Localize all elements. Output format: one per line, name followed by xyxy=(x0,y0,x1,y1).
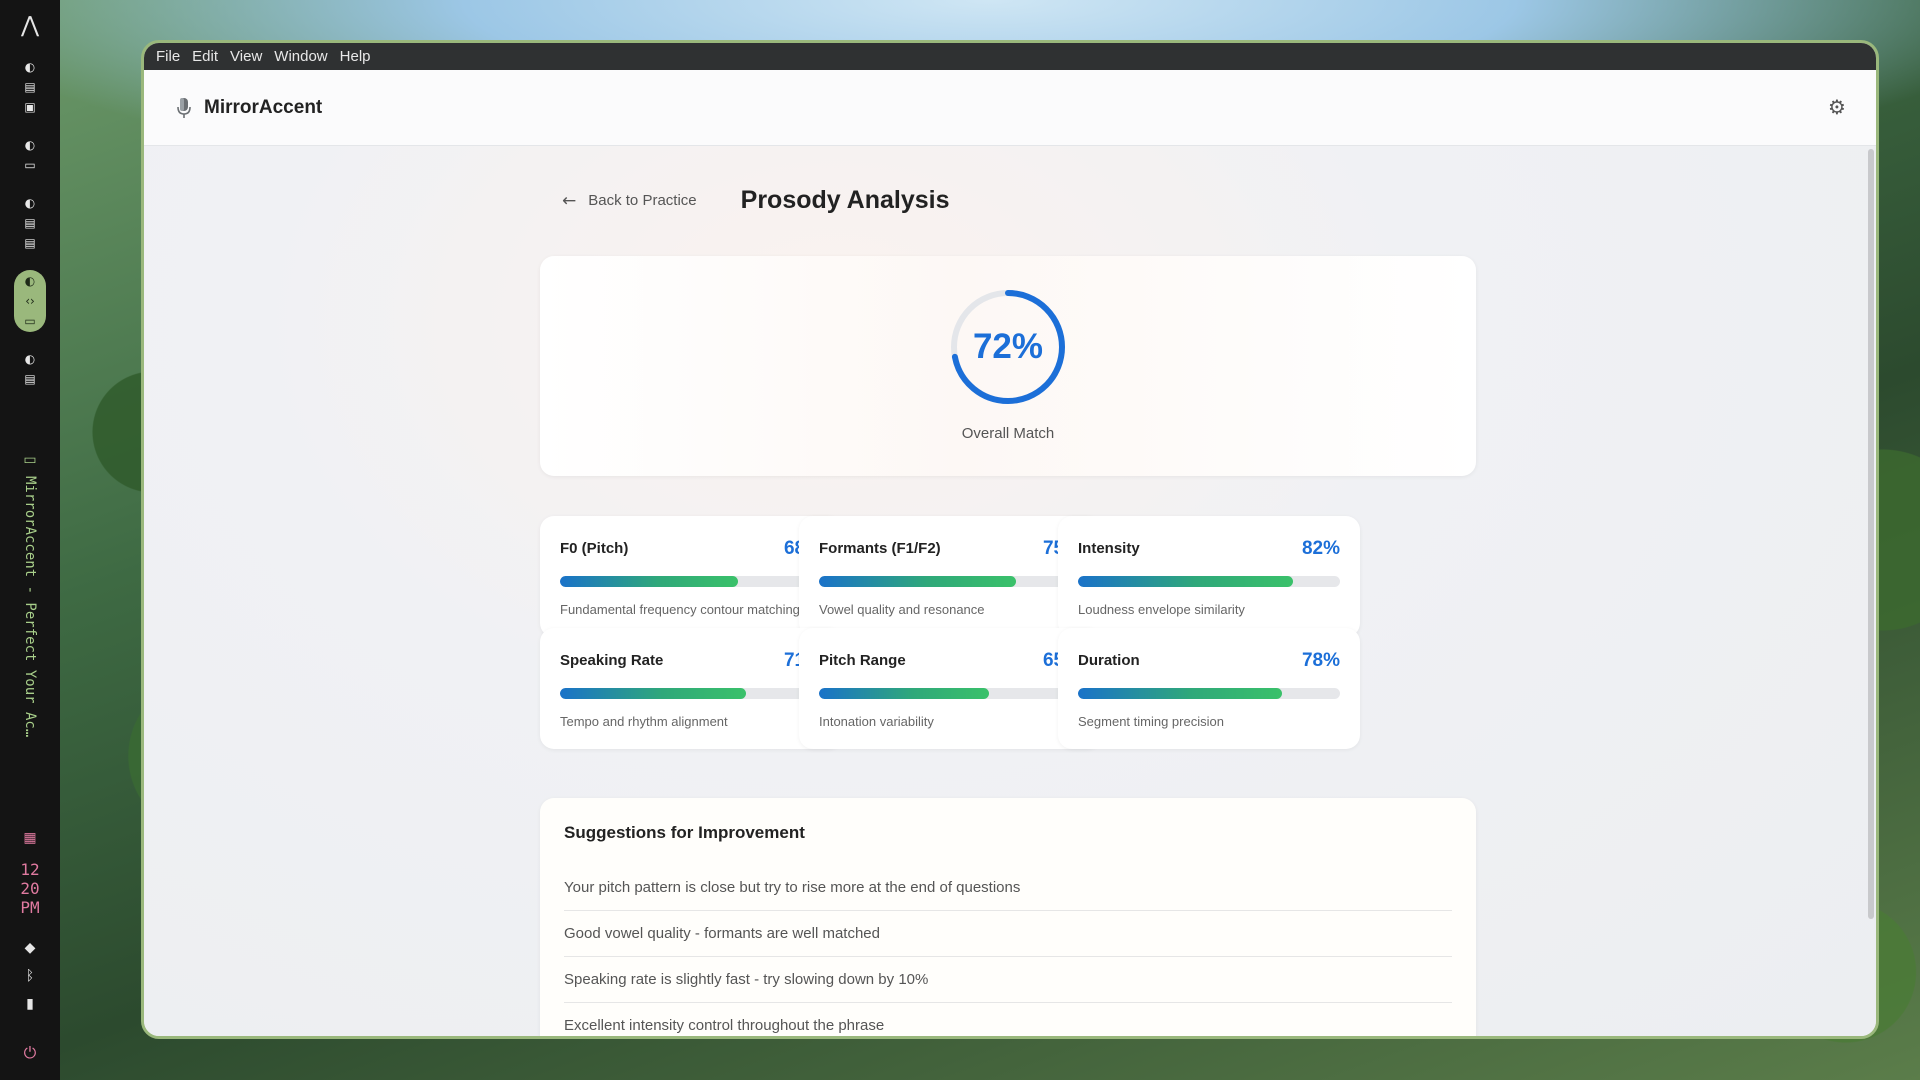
clock-minute: 20 xyxy=(20,879,40,898)
window-icon[interactable]: ▣ xyxy=(23,100,37,114)
metric-card: Speaking Rate71%Tempo and rhythm alignme… xyxy=(540,628,842,749)
metric-name: Intensity xyxy=(1078,540,1140,557)
suggestions-card: Suggestions for Improvement Your pitch p… xyxy=(540,798,1476,1036)
suggestion-item: Speaking rate is slightly fast - try slo… xyxy=(564,957,1452,1003)
settings-gear-icon[interactable]: ⚙ xyxy=(1826,96,1848,118)
monitor-icon: ▭ xyxy=(23,452,37,468)
metric-description: Intonation variability xyxy=(819,714,934,729)
moon-icon: ◐ xyxy=(24,196,36,210)
window-icon[interactable]: ▤ xyxy=(23,80,37,94)
suggestion-item: Excellent intensity control throughout t… xyxy=(564,1017,885,1034)
clock[interactable]: 12 20 PM xyxy=(0,860,60,917)
battery-icon[interactable]: ▮ xyxy=(26,996,34,1012)
moon-icon: ◐ xyxy=(24,138,36,152)
arrow-left-icon: ← xyxy=(562,190,577,211)
metric-progress-bar xyxy=(819,688,1081,699)
microphone-icon xyxy=(176,97,192,119)
menu-edit[interactable]: Edit xyxy=(186,43,224,70)
back-to-practice-link[interactable]: ← Back to Practice xyxy=(562,191,697,211)
metric-progress-fill xyxy=(1078,688,1283,699)
menu-view[interactable]: View xyxy=(224,43,268,70)
workspace-5[interactable]: ◐ ▤ xyxy=(14,348,46,390)
suggestion-item: Your pitch pattern is close but try to r… xyxy=(564,865,1452,911)
workspace-3[interactable]: ◐ ▤ ▤ xyxy=(14,192,46,254)
metric-description: Segment timing precision xyxy=(1078,714,1224,729)
main-content: ← Back to Practice Prosody Analysis 72% … xyxy=(144,146,1876,1036)
metric-description: Loudness envelope similarity xyxy=(1078,602,1245,617)
window-icon[interactable]: ▤ xyxy=(23,216,37,230)
page-title: Prosody Analysis xyxy=(740,186,950,214)
metric-name: Speaking Rate xyxy=(560,652,664,669)
clock-hour: 12 xyxy=(20,860,40,879)
active-window-indicator: ▭ MirrorAccent - Perfect Your Ac… xyxy=(0,452,60,796)
metric-description: Tempo and rhythm alignment xyxy=(560,714,728,729)
wifi-icon[interactable]: ◆ xyxy=(25,940,36,956)
moon-icon: ◐ xyxy=(24,60,36,74)
window-icon[interactable]: ▤ xyxy=(23,372,37,386)
metric-card: Pitch Range65%Intonation variability xyxy=(799,628,1101,749)
overall-percentage: 72% xyxy=(972,327,1044,366)
moon-icon: ◐ xyxy=(24,352,36,366)
metric-card: Formants (F1/F2)75%Vowel quality and res… xyxy=(799,516,1101,637)
back-label: Back to Practice xyxy=(588,192,697,209)
moon-icon: ◐ xyxy=(24,274,36,288)
metric-progress-bar xyxy=(1078,688,1340,699)
active-window-title: MirrorAccent - Perfect Your Ac… xyxy=(22,476,38,738)
bluetooth-icon[interactable]: ᛒ xyxy=(26,968,34,984)
menu-help[interactable]: Help xyxy=(334,43,377,70)
scrollbar[interactable] xyxy=(1868,149,1874,919)
launcher-icon[interactable]: ⋀ xyxy=(21,12,39,40)
clock-ampm: PM xyxy=(20,898,40,917)
terminal-icon[interactable]: ▭ xyxy=(23,314,37,328)
metric-name: Pitch Range xyxy=(819,652,906,669)
calendar-icon[interactable]: ▦ xyxy=(0,830,60,846)
suggestions-title: Suggestions for Improvement xyxy=(564,823,805,842)
metric-value: 82% xyxy=(1301,538,1340,559)
metric-description: Fundamental frequency contour matching xyxy=(560,602,800,617)
app-header: MirrorAccent ⚙ xyxy=(144,70,1876,146)
overall-progress-ring: 72% xyxy=(950,289,1066,405)
metric-progress-fill xyxy=(560,688,747,699)
metric-name: Duration xyxy=(1078,652,1140,669)
overall-match-card: 72% Overall Match xyxy=(540,256,1476,476)
menu-bar: File Edit View Window Help xyxy=(144,43,1876,70)
app-title: MirrorAccent xyxy=(204,96,323,118)
metric-value: 78% xyxy=(1301,650,1340,671)
workspace-1[interactable]: ◐ ▤ ▣ xyxy=(14,56,46,118)
metric-progress-fill xyxy=(1078,576,1293,587)
menu-file[interactable]: File xyxy=(150,43,186,70)
code-icon[interactable]: ‹› xyxy=(23,294,37,308)
metric-progress-fill xyxy=(819,576,1016,587)
workspace-2[interactable]: ◐ ▭ xyxy=(14,134,46,176)
metric-description: Vowel quality and resonance xyxy=(819,602,985,617)
metric-progress-fill xyxy=(819,688,990,699)
menu-window[interactable]: Window xyxy=(268,43,333,70)
system-tray: ◆ ᛒ ▮ xyxy=(0,940,60,1012)
metric-card: Intensity 82% Loudness envelope similarity xyxy=(1058,516,1360,637)
suggestion-item: Good vowel quality - formants are well m… xyxy=(564,911,1452,957)
metric-progress-fill xyxy=(560,576,739,587)
metric-progress-bar xyxy=(560,688,822,699)
metric-card: F0 (Pitch)68%Fundamental frequency conto… xyxy=(540,516,842,637)
app-window: File Edit View Window Help MirrorAccent … xyxy=(141,40,1879,1039)
suggestions-list: Your pitch pattern is close but try to r… xyxy=(564,865,1452,1036)
metric-progress-bar xyxy=(1078,576,1340,587)
terminal-icon[interactable]: ▭ xyxy=(23,158,37,172)
metric-name: Formants (F1/F2) xyxy=(819,540,941,557)
metric-progress-bar xyxy=(819,576,1081,587)
metric-card: Duration 78% Segment timing precision xyxy=(1058,628,1360,749)
workspace-4-active[interactable]: ◐ ‹› ▭ xyxy=(14,270,46,332)
page-header: ← Back to Practice Prosody Analysis xyxy=(562,186,950,215)
metric-progress-bar xyxy=(560,576,822,587)
metric-name: F0 (Pitch) xyxy=(560,540,629,557)
power-icon[interactable]: ⏻ xyxy=(0,1043,60,1063)
overall-label: Overall Match xyxy=(961,425,1055,442)
window-icon[interactable]: ▤ xyxy=(23,236,37,250)
